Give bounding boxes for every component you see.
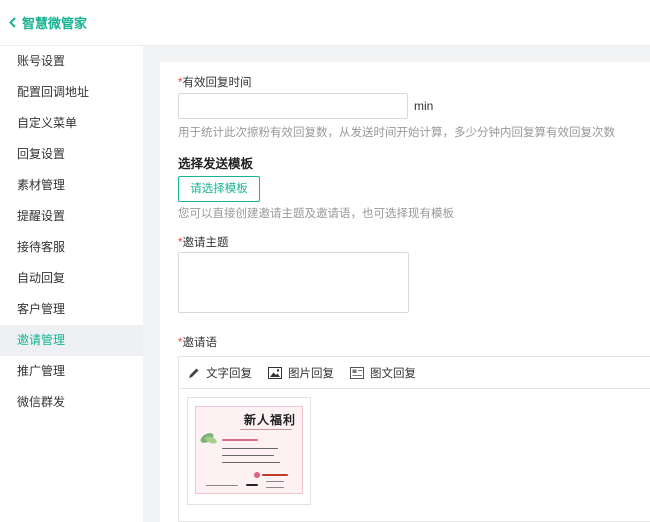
poster-title: 新人福利 (244, 413, 297, 427)
image-icon (268, 366, 282, 379)
valid-time-hint: 用于统计此次擦粉有效回复数，从发送时间开始计算，多少分钟内回复算有效回复次数 (178, 127, 615, 139)
editor-toolbar: 文字回复 图片回复 图文回复 (179, 357, 650, 389)
back-label: 智慧微管家 (22, 16, 88, 31)
pencil-icon (189, 368, 199, 378)
article-icon (350, 366, 364, 379)
article-reply-tab[interactable]: 图文回复 (350, 365, 416, 381)
chevron-left-icon (9, 17, 16, 28)
sidebar-item-auto-reply[interactable]: 自动回复 (0, 263, 143, 294)
subject-label: *邀请主题 (178, 237, 229, 249)
valid-time-unit: min (414, 99, 434, 113)
text-reply-tab[interactable]: 文字回复 (188, 365, 252, 381)
top-bar: 智慧微管家 (0, 0, 650, 46)
sidebar-item-customer-service[interactable]: 接待客服 (0, 232, 143, 263)
leaf-decoration-icon (200, 433, 217, 444)
welfare-poster-image: 新人福利 (195, 406, 303, 494)
message-label: *邀请语 (178, 337, 217, 349)
back-button[interactable]: 智慧微管家 (9, 13, 87, 32)
subject-textarea[interactable] (178, 252, 409, 313)
message-editor: 文字回复 图片回复 图文回复 新人福利 (178, 356, 650, 522)
sidebar-item-promotion-management[interactable]: 推广管理 (0, 356, 143, 387)
sidebar-item-reminder-settings[interactable]: 提醒设置 (0, 201, 143, 232)
article-thumbnail[interactable]: 新人福利 (187, 397, 311, 505)
sidebar-item-account-settings[interactable]: 账号设置 (0, 46, 143, 77)
template-hint: 您可以直接创建邀请主题及邀请语，也可选择现有模板 (178, 208, 454, 220)
sidebar-item-customer-management[interactable]: 客户管理 (0, 294, 143, 325)
image-reply-tab[interactable]: 图片回复 (268, 365, 334, 381)
valid-time-input[interactable] (178, 93, 408, 119)
sidebar-item-reply-settings[interactable]: 回复设置 (0, 139, 143, 170)
sidebar-item-custom-menu[interactable]: 自定义菜单 (0, 108, 143, 139)
select-template-button[interactable]: 请选择模板 (178, 176, 260, 202)
sidebar: 账号设置 配置回调地址 自定义菜单 回复设置 素材管理 提醒设置 接待客服 自动… (0, 46, 143, 522)
sidebar-item-material-management[interactable]: 素材管理 (0, 170, 143, 201)
template-section-title: 选择发送模板 (178, 157, 254, 171)
sidebar-item-callback-url[interactable]: 配置回调地址 (0, 77, 143, 108)
sidebar-item-invite-management[interactable]: 邀请管理 (0, 325, 143, 356)
sidebar-item-wechat-broadcast[interactable]: 微信群发 (0, 387, 143, 418)
valid-time-label: *有效回复时间 (178, 77, 252, 89)
